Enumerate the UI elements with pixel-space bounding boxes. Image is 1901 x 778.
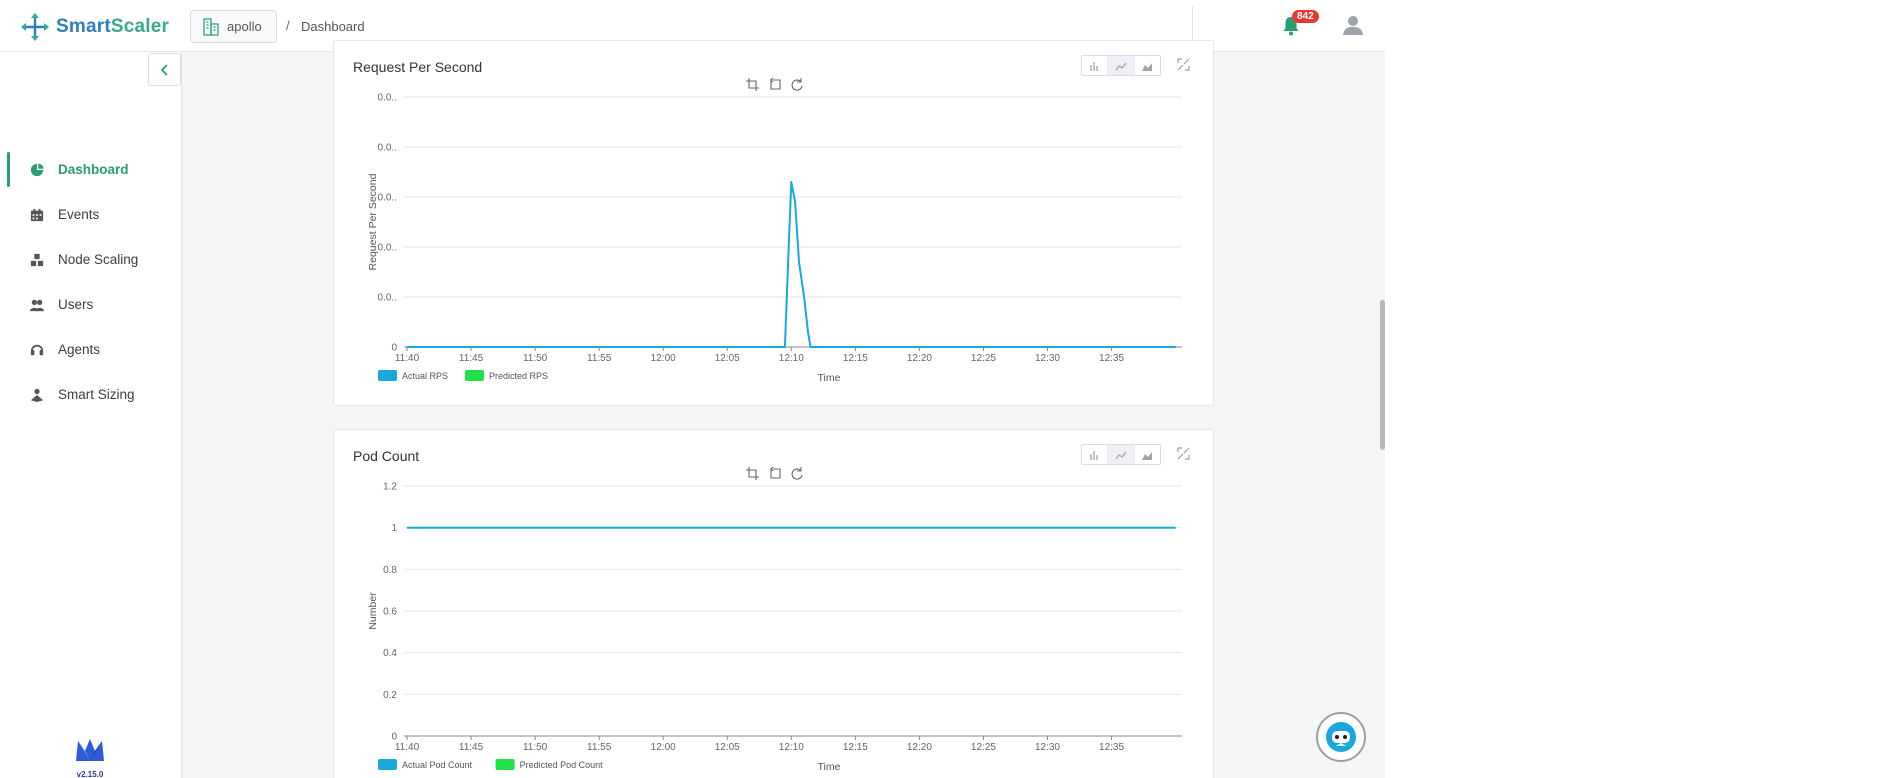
legend-item[interactable]: Predicted Pod Count <box>495 759 604 770</box>
x-axis-label: Time <box>818 372 841 384</box>
sidebar-nav: Dashboard Events Node Scaling Users Agents Sm… <box>0 147 182 417</box>
screen: SmartScaler apollo / Dashboard 842 Dashb… <box>0 0 1901 778</box>
y-tick-label: 0.8 <box>383 565 397 576</box>
legend-swatch <box>495 759 515 770</box>
y-tick-label: 0.2 <box>383 690 397 701</box>
cubes-icon <box>29 252 45 268</box>
y-tick-label: 0.0.. <box>378 93 397 104</box>
building-icon <box>203 17 219 36</box>
legend-item[interactable]: Actual RPS <box>378 370 448 381</box>
x-tick-label: 12:15 <box>843 353 868 364</box>
sidebar-item-events[interactable]: Events <box>0 192 182 237</box>
x-tick-label: 12:20 <box>907 742 932 753</box>
pie-chart-icon <box>29 162 45 178</box>
sidebar-item-label: Agents <box>58 342 101 357</box>
y-tick-label: 1 <box>391 523 397 534</box>
x-tick-label: 11:50 <box>523 353 548 364</box>
legend-item[interactable]: Predicted RPS <box>465 370 548 381</box>
robot-icon <box>1326 722 1356 752</box>
x-tick-label: 12:35 <box>1099 742 1124 753</box>
y-tick-label: 0 <box>391 732 397 743</box>
crown-logo-icon <box>76 739 104 761</box>
breadcrumb: Dashboard <box>301 19 365 34</box>
x-tick-label: 12:15 <box>843 742 868 753</box>
x-tick-label: 12:35 <box>1099 353 1124 364</box>
chart-plot: 0 0.0.. 0.0.. 0.0.. 0.0.. 0.0.. 11:40 11:45 11:5… <box>367 93 1182 384</box>
y-tick-label: 1.2 <box>383 482 397 493</box>
logo-arrows-icon <box>21 13 49 41</box>
y-axis-label: Number <box>367 592 379 630</box>
y-tick-label: 0.4 <box>383 648 397 659</box>
users-icon <box>29 297 45 313</box>
x-tick-label: 12:00 <box>651 742 676 753</box>
x-tick-label: 12:10 <box>779 353 804 364</box>
x-tick-label: 12:30 <box>1035 742 1060 753</box>
x-tick-label: 11:45 <box>459 353 484 364</box>
x-tick-label: 11:40 <box>395 353 420 364</box>
x-tick-label: 11:40 <box>395 742 420 753</box>
sidebar-item-label: Users <box>58 297 94 312</box>
x-tick-label: 11:55 <box>587 353 612 364</box>
y-tick-label: 0.0.. <box>378 193 397 204</box>
brand-name: SmartScaler <box>56 16 170 37</box>
sidebar: Dashboard Events Node Scaling Users Agents Sm… <box>0 52 182 778</box>
scrollbar-thumb[interactable] <box>1380 300 1385 450</box>
rps-chart-card: Request Per Second 0 0.0.. 0.0.. 0.0.. 0.0..… <box>333 40 1214 406</box>
app-window: SmartScaler apollo / Dashboard 842 Dashb… <box>0 0 1385 778</box>
x-tick-label: 11:45 <box>459 742 484 753</box>
legend-swatch <box>378 370 397 381</box>
x-tick-label: 11:55 <box>587 742 612 753</box>
sidebar-item-agents[interactable]: Agents <box>0 327 182 372</box>
sizing-icon <box>29 387 45 403</box>
pod-count-chart-card: Pod Count 0 0.2 0.4 0.6 0.8 1 1.2 11:40 11:45 11:… <box>333 429 1214 778</box>
sidebar-item-users[interactable]: Users <box>0 282 182 327</box>
y-tick-label: 0 <box>391 343 397 354</box>
x-tick-label: 11:50 <box>523 742 548 753</box>
sidebar-item-dashboard[interactable]: Dashboard <box>0 147 182 192</box>
series-line-0[interactable] <box>407 181 1176 348</box>
legend-label: Actual Pod Count <box>402 760 473 770</box>
x-axis-label: Time <box>818 761 841 773</box>
sidebar-item-smart-sizing[interactable]: Smart Sizing <box>0 372 182 417</box>
x-tick-label: 12:05 <box>715 353 740 364</box>
x-tick-label: 12:20 <box>907 353 932 364</box>
brand-logo[interactable]: SmartScaler <box>20 12 169 42</box>
legend-swatch <box>465 370 484 381</box>
version-label: v2.15.0 <box>76 770 104 778</box>
y-axis-label: Request Per Second <box>367 173 379 270</box>
chart-plot: 0 0.2 0.4 0.6 0.8 1 1.2 11:40 11:45 11:50 11:55 12:… <box>367 482 1182 773</box>
x-tick-label: 12:10 <box>779 742 804 753</box>
legend-swatch <box>378 759 397 770</box>
legend-label: Actual RPS <box>402 371 448 381</box>
headset-icon <box>29 342 45 358</box>
breadcrumb-separator: / <box>286 18 290 33</box>
y-tick-label: 0.0.. <box>378 243 397 254</box>
version-block: v2.15.0 <box>70 737 110 778</box>
user-avatar-icon[interactable] <box>1342 14 1364 36</box>
y-tick-label: 0.0.. <box>378 143 397 154</box>
x-tick-label: 12:00 <box>651 353 676 364</box>
cluster-selector-button[interactable]: apollo <box>190 10 277 43</box>
x-tick-label: 12:30 <box>1035 353 1060 364</box>
chevron-left-icon <box>160 63 168 76</box>
x-tick-label: 12:25 <box>971 742 996 753</box>
chatbot-button[interactable] <box>1316 712 1366 762</box>
sidebar-item-label: Dashboard <box>58 162 129 177</box>
cluster-label: apollo <box>227 19 262 34</box>
sidebar-item-label: Smart Sizing <box>58 387 135 402</box>
calendar-icon <box>29 207 45 223</box>
legend-item[interactable]: Actual Pod Count <box>378 759 473 770</box>
sidebar-collapse-button[interactable] <box>148 53 181 86</box>
notification-badge: 842 <box>1292 10 1319 23</box>
sidebar-item-label: Node Scaling <box>58 252 139 267</box>
y-tick-label: 0.0.. <box>378 293 397 304</box>
x-tick-label: 12:05 <box>715 742 740 753</box>
legend-label: Predicted RPS <box>489 371 548 381</box>
sidebar-item-node-scaling[interactable]: Node Scaling <box>0 237 182 282</box>
legend-label: Predicted Pod Count <box>520 760 604 770</box>
x-tick-label: 12:25 <box>971 353 996 364</box>
y-tick-label: 0.6 <box>383 607 397 618</box>
sidebar-item-label: Events <box>58 207 100 222</box>
